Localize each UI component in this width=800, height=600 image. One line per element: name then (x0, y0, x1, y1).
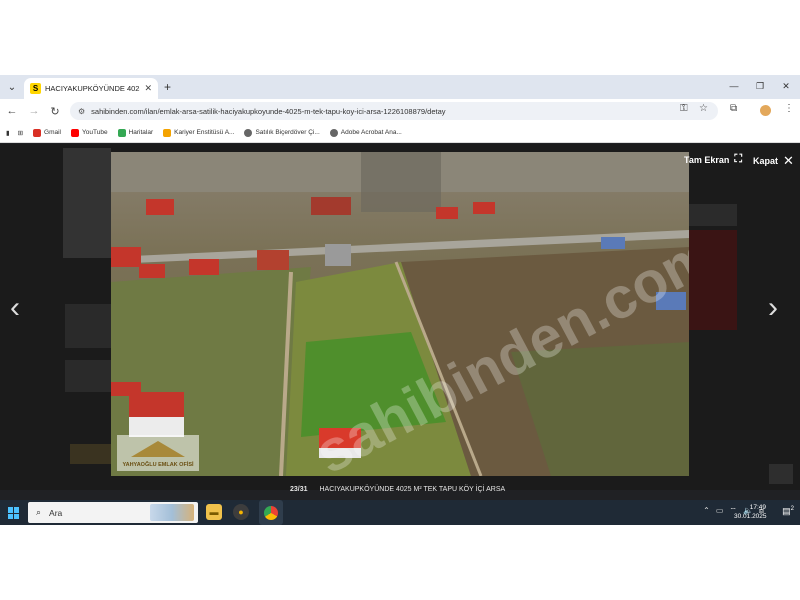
photo-counter: 23/31 (290, 486, 308, 493)
firefox-icon[interactable]: ● (233, 504, 249, 520)
taskbar: ⌕ Ara ▬ ● ⌃ ▭ ⌔ 🔈 ⧈ 17:49 30.01.2025 ▤2 (0, 500, 800, 525)
fullscreen-button[interactable]: Tam Ekran ⛶ (684, 153, 742, 166)
tray-chevron-icon[interactable]: ⌃ (703, 506, 710, 516)
previous-photo-arrow-icon[interactable]: ‹ (10, 293, 20, 323)
file-explorer-icon[interactable]: ▬ (206, 504, 222, 520)
site-info-icon[interactable]: ⚙ (78, 107, 85, 116)
photo-caption-bar: 23/31 HACIYAKUPKÖYÜNDE 4025 M² TEK TAPU … (290, 486, 505, 493)
youtube-icon (71, 128, 80, 137)
close-icon: ✕ (783, 153, 794, 168)
button-ghost (70, 444, 111, 464)
notification-count: 2 (790, 506, 794, 512)
taskbar-search-box[interactable]: ⌕ Ara (28, 502, 198, 523)
taskbar-search-placeholder: Ara (49, 507, 63, 518)
listing-photo: sahibinden.com YAHYAOĞLU EMLAK OFİSİ (111, 152, 689, 476)
notification-icon[interactable]: ▤2 (782, 506, 794, 517)
search-icon: ⌕ (36, 507, 42, 517)
password-key-icon[interactable]: ⚿ (680, 103, 688, 114)
battery-icon[interactable]: ▭ (716, 506, 724, 516)
close-tab-icon[interactable]: ✕ (144, 83, 152, 94)
new-tab-icon[interactable]: + (164, 80, 171, 94)
screen: ⌄ S HACIYAKUPKÖYÜNDE 4025 M² TEK TA ✕ + … (0, 75, 800, 525)
panel-ghost (689, 204, 737, 226)
chrome-taskbar-button[interactable] (259, 500, 283, 525)
scroll-top-button[interactable] (769, 464, 793, 484)
thumbnail (65, 360, 111, 392)
tree-line (361, 152, 441, 212)
tab-strip: ⌄ S HACIYAKUPKÖYÜNDE 4025 M² TEK TA ✕ + … (0, 75, 800, 99)
office-logo-text: YAHYAOĞLU EMLAK OFİSİ (122, 460, 194, 468)
chrome-icon (264, 505, 278, 520)
favicon: S (30, 83, 41, 94)
apps-grid-icon[interactable]: ⊞ (18, 129, 23, 137)
next-photo-arrow-icon[interactable]: › (768, 293, 778, 323)
clock-time: 17:49 (749, 504, 766, 511)
back-icon[interactable]: ← (4, 103, 20, 119)
browser-toolbar: ← → ↻ ⚙ sahibinden.com/ilan/emlak-arsa-s… (0, 99, 800, 123)
windows-start-icon[interactable] (8, 507, 20, 519)
browser-tab[interactable]: S HACIYAKUPKÖYÜNDE 4025 M² TEK TA ✕ (24, 78, 158, 99)
gmail-icon (33, 128, 42, 137)
bookmark-gmail[interactable]: Gmail (33, 128, 61, 137)
thumbnail (63, 148, 111, 258)
panel-ghost (689, 230, 737, 330)
thumbnail (65, 304, 111, 348)
restore-icon[interactable]: ❐ (748, 78, 772, 94)
bookmark-kariyer[interactable]: Kariyer Enstitüsü A... (163, 128, 234, 137)
tab-title: HACIYAKUPKÖYÜNDE 4025 M² TEK TA (45, 84, 140, 93)
sidebar-icon[interactable]: ▮ (6, 129, 10, 137)
extensions-icon[interactable]: ⧉ (730, 103, 737, 114)
address-text: sahibinden.com/ilan/emlak-arsa-satilik-h… (91, 106, 446, 116)
photo-caption: HACIYAKUPKÖYÜNDE 4025 M² TEK TAPU KÖY İÇ… (319, 486, 506, 493)
address-bar[interactable]: ⚙ sahibinden.com/ilan/emlak-arsa-satilik… (70, 102, 718, 120)
menu-icon[interactable]: ⋮ (784, 103, 794, 114)
bookmark-maps[interactable]: Haritalar (117, 128, 153, 137)
bookmark-acrobat[interactable]: Adobe Acrobat Ana... (329, 128, 402, 137)
forward-icon[interactable]: → (26, 103, 42, 119)
taskbar-clock[interactable]: 17:49 30.01.2025 (734, 503, 767, 521)
minimize-icon[interactable]: — (722, 78, 746, 94)
fullscreen-icon: ⛶ (734, 153, 743, 165)
bookmark-youtube[interactable]: YouTube (71, 128, 108, 137)
search-highlight-image (150, 504, 194, 521)
bookmark-star-icon[interactable]: ☆ (699, 103, 708, 114)
profile-avatar[interactable] (760, 105, 771, 116)
globe-icon (244, 128, 253, 137)
maps-icon (117, 128, 126, 137)
kariyer-icon (163, 128, 172, 137)
bookmarks-bar: ▮ ⊞ Gmail YouTube Haritalar Kariyer Enst… (0, 123, 800, 143)
close-viewer-label: Kapat (753, 156, 779, 166)
tab-search-icon[interactable]: ⌄ (3, 79, 21, 95)
globe-icon (329, 128, 338, 137)
bookmark-bicerdover[interactable]: Satılık Biçerdöver Çi... (244, 128, 320, 137)
reload-icon[interactable]: ↻ (47, 103, 63, 119)
close-window-icon[interactable]: ✕ (774, 78, 798, 94)
fullscreen-label: Tam Ekran (684, 154, 730, 165)
clock-date: 30.01.2025 (734, 513, 767, 520)
close-viewer-button[interactable]: Kapat ✕ (753, 153, 794, 169)
